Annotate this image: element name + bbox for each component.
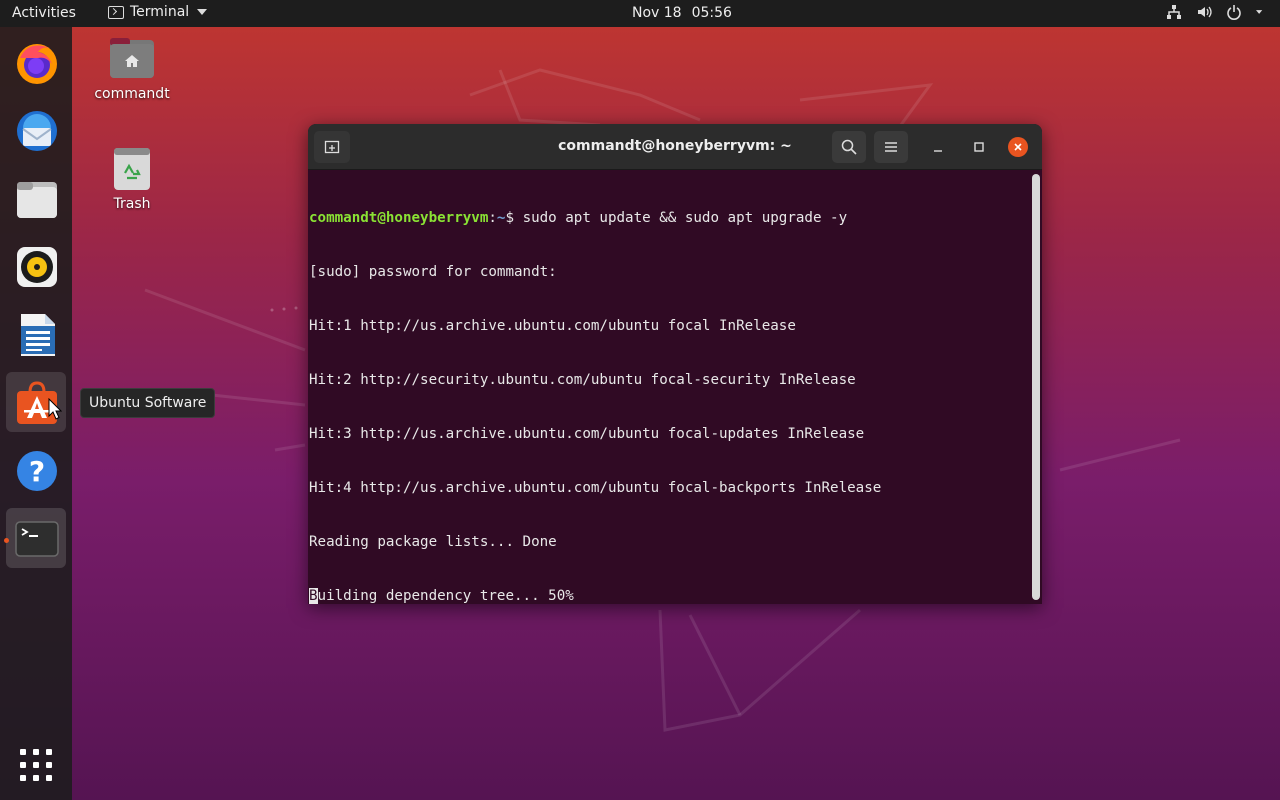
terminal-scrollbar[interactable] bbox=[1032, 174, 1040, 600]
terminal-icon bbox=[15, 521, 59, 557]
clock[interactable]: Nov 18 05:56 bbox=[632, 5, 732, 21]
dock-item-rhythmbox[interactable] bbox=[6, 236, 66, 296]
writer-icon bbox=[21, 314, 55, 356]
app-menu[interactable]: Terminal bbox=[108, 4, 208, 20]
text-cursor: B bbox=[309, 588, 318, 604]
system-tray[interactable] bbox=[1166, 4, 1266, 20]
help-icon: ? bbox=[17, 451, 57, 491]
minimize-button[interactable] bbox=[928, 137, 948, 157]
rhythmbox-icon bbox=[17, 247, 57, 287]
close-button[interactable] bbox=[1008, 137, 1028, 157]
output-line: Hit:2 http://security.ubuntu.com/ubuntu … bbox=[309, 372, 856, 388]
output-line: Hit:4 http://us.archive.ubuntu.com/ubunt… bbox=[309, 480, 882, 496]
menu-icon bbox=[885, 142, 897, 152]
dock-item-help[interactable]: ? bbox=[6, 440, 66, 500]
search-icon bbox=[841, 139, 857, 155]
clock-date: Nov 18 bbox=[632, 5, 682, 21]
svg-text:?: ? bbox=[29, 455, 45, 488]
chevron-down-icon bbox=[1256, 10, 1263, 14]
minimize-icon bbox=[934, 150, 942, 152]
prompt-user: commandt@honeyberryvm bbox=[309, 210, 489, 226]
dock-tooltip: Ubuntu Software bbox=[80, 388, 216, 418]
desktop-trash-label: Trash bbox=[113, 196, 151, 212]
terminal-running-indicator bbox=[4, 538, 9, 543]
desktop-trash[interactable]: Trash bbox=[72, 146, 192, 212]
top-bar: Activities Terminal Nov 18 05:56 bbox=[0, 0, 1280, 27]
power-icon bbox=[1227, 5, 1241, 20]
desktop-home-folder[interactable]: commandt bbox=[72, 36, 192, 102]
maximize-icon bbox=[974, 142, 984, 152]
network-icon bbox=[1167, 5, 1181, 19]
dock-item-terminal[interactable] bbox=[6, 508, 66, 568]
prompt-line: commandt@honeyberryvm:~$ sudo apt update… bbox=[309, 209, 1030, 227]
maximize-button[interactable] bbox=[969, 137, 989, 157]
thunderbird-icon bbox=[17, 111, 57, 151]
hamburger-menu-button[interactable] bbox=[874, 131, 908, 163]
trash-icon bbox=[114, 148, 150, 190]
volume-icon bbox=[1198, 6, 1212, 18]
activities-button[interactable]: Activities bbox=[12, 5, 76, 21]
command-text: sudo apt update && sudo apt upgrade -y bbox=[522, 210, 848, 226]
dock-item-thunderbird[interactable] bbox=[6, 100, 66, 160]
output-line: Hit:1 http://us.archive.ubuntu.com/ubunt… bbox=[309, 318, 796, 334]
show-applications-button[interactable] bbox=[20, 749, 52, 781]
mouse-cursor-icon bbox=[48, 398, 62, 420]
dock-item-firefox[interactable] bbox=[6, 32, 66, 92]
progress-line: Building dependency tree... 50% bbox=[309, 587, 1030, 604]
progress-text: uilding dependency tree... 50% bbox=[317, 588, 574, 604]
terminal-header-bar[interactable]: commandt@honeyberryvm: ~ bbox=[308, 124, 1042, 170]
files-icon bbox=[17, 182, 57, 218]
chevron-down-icon bbox=[197, 9, 208, 15]
output-line: Hit:3 http://us.archive.ubuntu.com/ubunt… bbox=[309, 426, 865, 442]
close-icon bbox=[1014, 143, 1022, 151]
clock-time: 05:56 bbox=[691, 5, 732, 21]
terminal-app-icon bbox=[108, 5, 124, 19]
search-button[interactable] bbox=[832, 131, 866, 163]
output-line: [sudo] password for commandt: bbox=[309, 264, 557, 280]
terminal-window[interactable]: commandt@honeyberryvm: ~ commandt@honeyb… bbox=[308, 124, 1042, 604]
home-folder-icon bbox=[110, 38, 154, 78]
app-menu-label: Terminal bbox=[130, 4, 190, 20]
prompt-symbol: $ bbox=[505, 210, 523, 226]
terminal-output[interactable]: commandt@honeyberryvm:~$ sudo apt update… bbox=[308, 170, 1030, 604]
prompt-separator: : bbox=[488, 210, 497, 226]
desktop-home-label: commandt bbox=[94, 86, 170, 102]
output-line: Reading package lists... Done bbox=[309, 534, 557, 550]
firefox-icon bbox=[17, 44, 57, 84]
dock-item-files[interactable] bbox=[6, 168, 66, 228]
dock-item-writer[interactable] bbox=[6, 304, 66, 364]
